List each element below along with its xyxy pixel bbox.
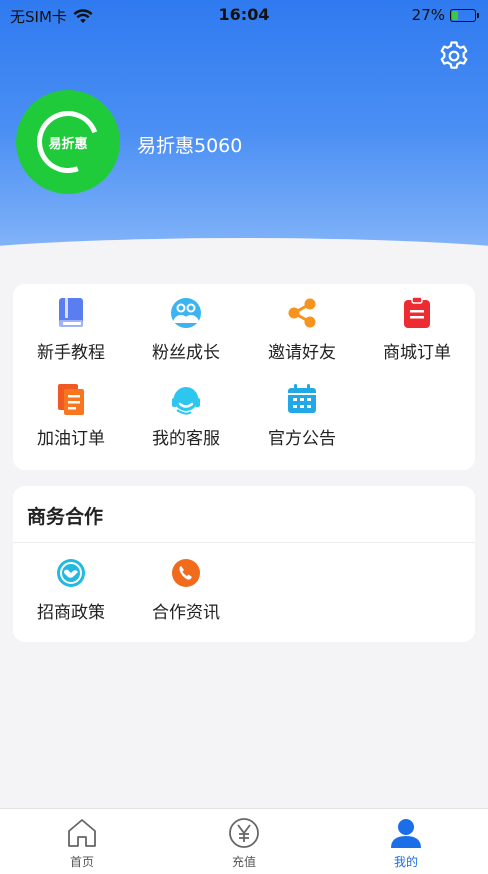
avatar-logo-text: 易折惠 — [48, 136, 88, 152]
menu-item-tutorial[interactable]: 新手教程 — [13, 296, 129, 363]
card-divider — [13, 542, 475, 543]
business-item-label: 合作资讯 — [152, 603, 220, 623]
phone-icon — [172, 559, 200, 587]
tab-label: 充值 — [231, 855, 256, 869]
tab-recharge[interactable]: 充值 — [194, 815, 294, 870]
headset-icon — [172, 387, 200, 415]
document-icon — [58, 384, 84, 415]
menu-item-fuel-orders[interactable]: 加油订单 — [13, 382, 129, 449]
users-icon — [171, 298, 201, 328]
business-title: 商务合作 — [27, 506, 104, 528]
menu-item-mall-orders[interactable]: 商城订单 — [359, 296, 475, 363]
home-icon — [68, 819, 96, 847]
tab-home[interactable]: 首页 — [32, 815, 132, 870]
menu-item-label: 官方公告 — [268, 429, 336, 449]
menu-item-label: 新手教程 — [37, 343, 105, 363]
tab-label: 首页 — [69, 855, 94, 869]
settings-gear-icon[interactable] — [438, 40, 470, 72]
user-icon — [391, 819, 421, 848]
menu-item-label: 粉丝成长 — [152, 343, 220, 363]
menu-card: 新手教程 粉丝成长 邀请好友 商城订单 加油订单 我的客服 官方公告 — [13, 284, 475, 470]
tab-label: 我的 — [393, 855, 418, 869]
avatar[interactable]: 易折惠 — [16, 90, 120, 194]
menu-item-label: 加油订单 — [37, 429, 105, 449]
battery-fill — [452, 10, 458, 20]
clipboard-icon — [404, 296, 430, 328]
calendar-icon — [288, 384, 316, 413]
status-bar: 无SIM卡 16:04 27% — [0, 0, 488, 30]
menu-item-label: 邀请好友 — [268, 343, 336, 363]
battery-percent: 27% — [411, 6, 445, 24]
menu-item-fans[interactable]: 粉丝成长 — [128, 296, 244, 363]
business-card: 商务合作 招商政策 合作资讯 — [13, 486, 475, 642]
menu-item-customer-service[interactable]: 我的客服 — [128, 382, 244, 449]
yen-icon — [229, 818, 259, 848]
business-item-label: 招商政策 — [37, 603, 105, 623]
business-item-news[interactable]: 合作资讯 — [128, 556, 244, 623]
share-icon — [288, 298, 316, 328]
book-icon — [59, 298, 83, 327]
header-curve — [0, 238, 488, 290]
menu-item-label: 商城订单 — [383, 343, 451, 363]
tab-bar: 首页 充值 我的 — [0, 808, 488, 874]
username[interactable]: 易折惠5060 — [137, 131, 242, 158]
tab-mine[interactable]: 我的 — [356, 815, 456, 870]
handshake-icon — [57, 559, 85, 587]
business-item-policy[interactable]: 招商政策 — [13, 556, 129, 623]
menu-item-invite[interactable]: 邀请好友 — [244, 296, 360, 363]
battery-icon — [450, 8, 479, 22]
status-right: 27% — [411, 6, 479, 24]
menu-item-label: 我的客服 — [152, 429, 220, 449]
menu-item-announcements[interactable]: 官方公告 — [244, 382, 360, 449]
